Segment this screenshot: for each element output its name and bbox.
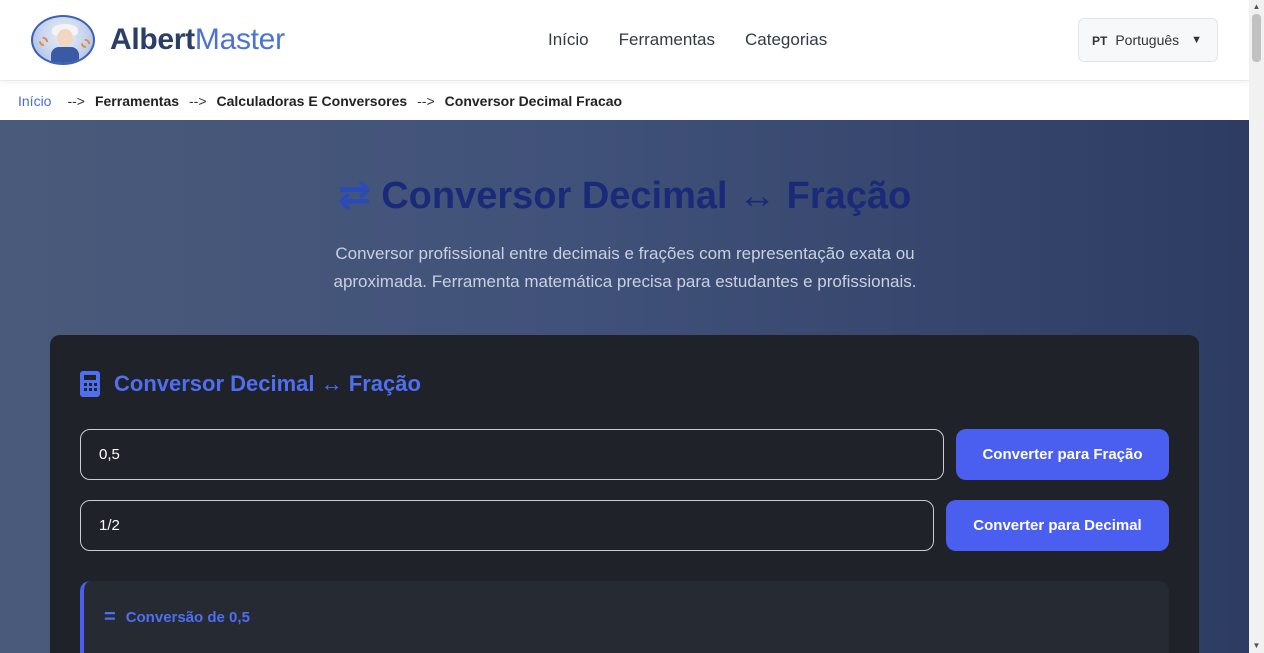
page-scrollbar[interactable]: ▲ ▼ (1249, 0, 1264, 653)
nav-inicio[interactable]: Início (548, 30, 589, 50)
card-title: Conversor Decimal ↔ Fração (80, 371, 421, 397)
language-name: Português (1115, 32, 1180, 48)
scrollbar-thumb[interactable] (1252, 14, 1261, 62)
breadcrumb-separator: --> (189, 92, 207, 109)
scroll-down-arrow-icon[interactable]: ▼ (1249, 639, 1264, 653)
nav-categorias[interactable]: Categorias (745, 30, 827, 50)
fraction-input[interactable] (80, 500, 934, 551)
breadcrumb-calculadoras[interactable]: Calculadoras E Conversores (217, 93, 408, 109)
breadcrumb: Início --> Ferramentas --> Calculadoras … (0, 80, 1249, 120)
chevron-down-icon: ▼ (1191, 34, 1203, 46)
breadcrumb-separator: --> (417, 92, 435, 109)
result-title-text: Conversão de 0,5 (125, 608, 250, 626)
page-title: ⇄ Conversor Decimal ↔ Fração (0, 172, 1249, 218)
converter-card: Conversor Decimal ↔ Fração Converter par… (50, 335, 1199, 653)
card-title-text: Conversor Decimal ↔ Fração (114, 371, 421, 396)
language-select[interactable]: PT Português ▼ (1078, 18, 1218, 62)
swap-arrows-icon: ⇄ (337, 173, 372, 217)
breadcrumb-inicio[interactable]: Início (18, 93, 51, 109)
breadcrumb-current: Conversor Decimal Fracao (444, 92, 623, 109)
result-title: = Conversão de 0,5 (104, 607, 250, 627)
decimal-row: Converter para Fração (80, 429, 1169, 480)
decimal-input[interactable] (80, 429, 944, 480)
nav-ferramentas[interactable]: Ferramentas (619, 30, 715, 50)
brand-part-2: Master (194, 23, 285, 56)
scroll-up-arrow-icon[interactable]: ▲ (1249, 0, 1264, 14)
main-nav: Início Ferramentas Categorias (548, 30, 827, 50)
result-panel: = Conversão de 0,5 (80, 581, 1169, 653)
calculator-icon (80, 371, 100, 397)
convert-to-fraction-button[interactable]: Converter para Fração (956, 429, 1169, 480)
logo-link[interactable]: AlbertMaster (31, 15, 285, 65)
brand-name: AlbertMaster (110, 23, 285, 57)
equals-icon: = (104, 606, 116, 628)
breadcrumb-separator: --> (67, 92, 85, 109)
fraction-row: Converter para Decimal (80, 500, 1169, 551)
page-subtitle: Conversor profissional entre decimais e … (333, 244, 917, 291)
language-code: PT (1092, 34, 1108, 48)
brand-part-1: Albert (110, 23, 195, 56)
breadcrumb-ferramentas[interactable]: Ferramentas (95, 93, 179, 109)
site-header: AlbertMaster Início Ferramentas Categori… (0, 0, 1249, 80)
convert-to-decimal-button[interactable]: Converter para Decimal (946, 500, 1169, 551)
page-title-text: Conversor Decimal ↔ Fração (381, 175, 912, 217)
logo-icon (31, 15, 95, 65)
hero-section: ⇄ Conversor Decimal ↔ Fração Conversor pr… (0, 120, 1249, 653)
